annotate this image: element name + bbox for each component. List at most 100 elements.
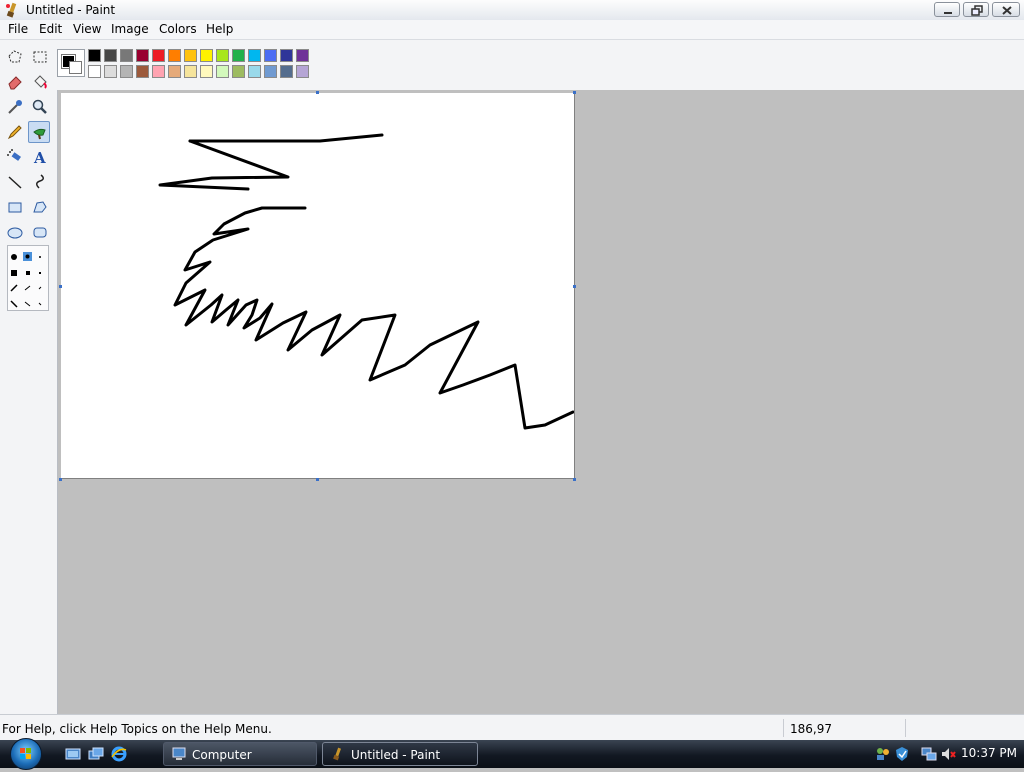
palette-swatch[interactable] xyxy=(184,65,197,78)
free-form-select-icon[interactable] xyxy=(4,46,26,68)
brush-icon[interactable] xyxy=(28,121,50,143)
pencil-icon[interactable] xyxy=(4,121,26,143)
ellipse-icon[interactable] xyxy=(4,221,26,243)
network-users-icon[interactable] xyxy=(875,746,891,762)
airbrush-icon[interactable] xyxy=(4,146,26,168)
palette-swatch[interactable] xyxy=(216,65,229,78)
text-icon[interactable]: A xyxy=(29,146,51,168)
current-colors-box[interactable] xyxy=(57,49,85,77)
stroke-zigzag xyxy=(158,139,290,191)
menu-edit[interactable]: Edit xyxy=(38,22,63,36)
paint-app-icon xyxy=(331,747,345,761)
pick-color-icon[interactable] xyxy=(4,96,26,118)
canvas-resize-handle-top-right[interactable] xyxy=(573,91,576,94)
line-icon[interactable] xyxy=(4,171,26,193)
taskbar: Computer Untitled - Paint 10:37 PM xyxy=(0,738,1024,770)
drawing-strokes xyxy=(158,133,574,430)
select-icon[interactable] xyxy=(29,46,51,68)
taskbar-button-computer[interactable]: Computer xyxy=(163,742,317,766)
brush-option-large-square[interactable] xyxy=(11,270,17,276)
brush-option-large-forward[interactable] xyxy=(10,284,18,292)
menu-colors[interactable]: Colors xyxy=(158,22,198,36)
brush-option-small-round[interactable] xyxy=(39,256,41,258)
fill-bucket-icon[interactable] xyxy=(29,71,51,93)
brush-option-medium-back[interactable] xyxy=(24,301,31,307)
palette-swatch[interactable] xyxy=(280,65,293,78)
menu-image[interactable]: Image xyxy=(110,22,150,36)
taskbar-button-label: Computer xyxy=(192,748,252,762)
curve-icon[interactable] xyxy=(29,171,51,193)
canvas-resize-handle-right[interactable] xyxy=(573,285,576,288)
palette-swatch[interactable] xyxy=(232,49,245,62)
taskbar-button-label: Untitled - Paint xyxy=(351,748,441,762)
palette-swatch[interactable] xyxy=(152,49,165,62)
palette-swatch[interactable] xyxy=(264,65,277,78)
palette-swatch[interactable] xyxy=(168,65,181,78)
status-bar: For Help, click Help Topics on the Help … xyxy=(0,714,1024,741)
brush-option-small-back[interactable] xyxy=(38,302,42,306)
brush-option-medium-forward[interactable] xyxy=(24,285,31,291)
title-bar[interactable]: Untitled - Paint xyxy=(0,0,1024,21)
palette-swatch[interactable] xyxy=(216,49,229,62)
palette-swatch[interactable] xyxy=(200,49,213,62)
status-separator xyxy=(905,719,906,737)
palette-swatch[interactable] xyxy=(88,49,101,62)
palette-swatch[interactable] xyxy=(120,65,133,78)
polygon-icon[interactable] xyxy=(29,196,51,218)
palette-swatch[interactable] xyxy=(200,65,213,78)
security-icon[interactable] xyxy=(894,746,910,762)
canvas-resize-handle-bottom-right[interactable] xyxy=(573,478,576,481)
eraser-icon[interactable] xyxy=(4,71,26,93)
close-button[interactable] xyxy=(992,2,1020,17)
brush-option-small-forward[interactable] xyxy=(38,286,42,290)
volume-muted-icon[interactable] xyxy=(940,746,956,762)
brush-option-large-round[interactable] xyxy=(11,254,17,260)
palette-swatch[interactable] xyxy=(104,65,117,78)
restore-button[interactable] xyxy=(963,2,989,17)
brush-option-large-back[interactable] xyxy=(10,300,18,308)
palette-swatch[interactable] xyxy=(264,49,277,62)
palette-swatch[interactable] xyxy=(104,49,117,62)
canvas-resize-handle-bottom[interactable] xyxy=(316,478,319,481)
show-desktop-icon[interactable] xyxy=(65,746,81,762)
brush-option-medium-round-dot xyxy=(25,254,30,259)
palette-swatch[interactable] xyxy=(152,65,165,78)
palette-swatch[interactable] xyxy=(296,49,309,62)
menu-help[interactable]: Help xyxy=(205,22,234,36)
network-icon[interactable] xyxy=(921,746,937,762)
menu-file[interactable]: File xyxy=(7,22,29,36)
palette-swatch[interactable] xyxy=(248,65,261,78)
palette-swatch[interactable] xyxy=(88,65,101,78)
status-coordinates: 186,97 xyxy=(790,722,832,736)
palette-swatch[interactable] xyxy=(136,49,149,62)
canvas-resize-handle-bottom-left[interactable] xyxy=(59,478,62,481)
internet-explorer-icon[interactable] xyxy=(111,746,127,762)
rounded-rectangle-icon[interactable] xyxy=(29,221,51,243)
windows-logo-icon xyxy=(20,748,31,759)
magnifier-icon[interactable] xyxy=(29,96,51,118)
palette-swatch[interactable] xyxy=(136,65,149,78)
background-color-swatch[interactable] xyxy=(69,61,82,74)
menu-view[interactable]: View xyxy=(72,22,102,36)
switch-windows-icon[interactable] xyxy=(88,746,104,762)
palette-swatch[interactable] xyxy=(120,49,133,62)
rectangle-icon[interactable] xyxy=(4,196,26,218)
brush-option-medium-square[interactable] xyxy=(26,271,30,275)
minimize-button[interactable] xyxy=(934,2,960,17)
drawing-canvas[interactable] xyxy=(61,93,574,478)
status-help-text: For Help, click Help Topics on the Help … xyxy=(2,722,272,736)
brush-option-small-square[interactable] xyxy=(39,272,41,274)
toolbox: A xyxy=(0,40,58,714)
palette-swatch[interactable] xyxy=(248,49,261,62)
palette-swatch[interactable] xyxy=(232,65,245,78)
start-button[interactable] xyxy=(10,738,42,770)
palette-swatch[interactable] xyxy=(168,49,181,62)
paint-app-icon[interactable] xyxy=(4,2,20,18)
palette-swatch[interactable] xyxy=(184,49,197,62)
canvas-resize-handle-left[interactable] xyxy=(59,285,62,288)
stroke-top-line xyxy=(188,133,384,143)
canvas-resize-handle-top[interactable] xyxy=(316,91,319,94)
palette-swatch[interactable] xyxy=(296,65,309,78)
palette-swatch[interactable] xyxy=(280,49,293,62)
taskbar-button-paint[interactable]: Untitled - Paint xyxy=(322,742,478,766)
